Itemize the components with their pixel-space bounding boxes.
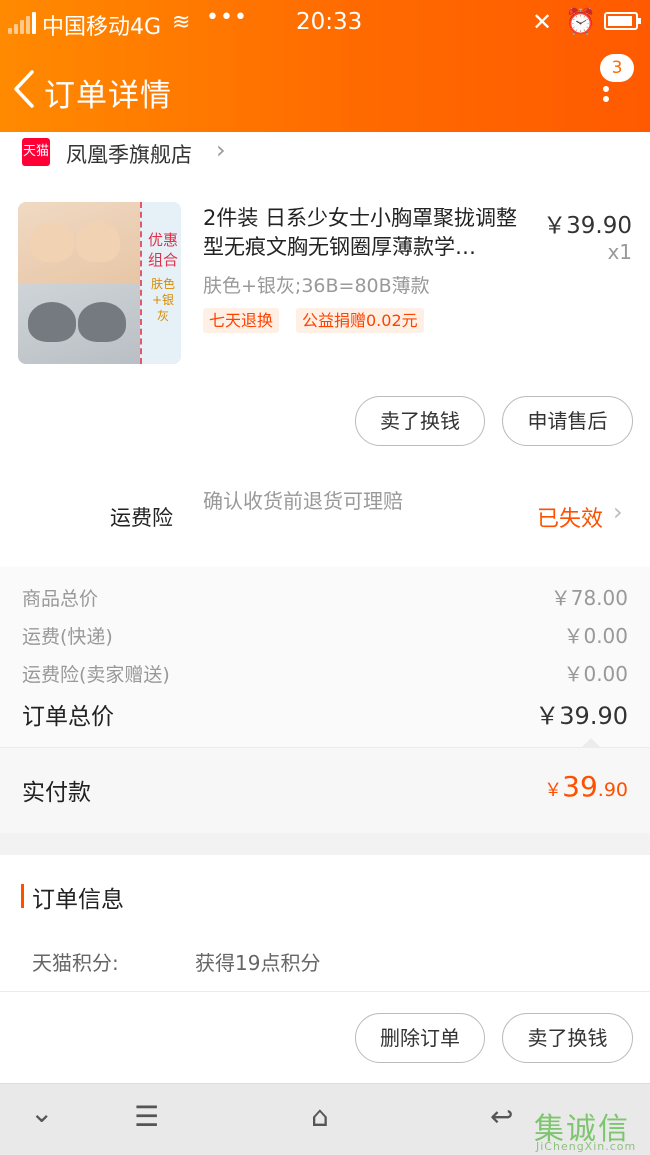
- tmall-logo-icon: 天猫: [22, 138, 50, 166]
- summary-value: ￥0.00: [563, 624, 628, 648]
- order-total-value: ￥39.90: [535, 702, 628, 730]
- wifi-icon: ≋: [172, 10, 191, 35]
- battery-icon: [604, 12, 641, 30]
- alarm-icon: ⏰: [565, 7, 597, 36]
- more-status-icon: •••: [206, 5, 248, 30]
- notification-badge: 3: [600, 54, 634, 82]
- divider: [0, 991, 650, 992]
- chevron-left-icon: [14, 70, 34, 108]
- insurance-label: 运费险: [110, 506, 173, 530]
- chevron-right-icon: ›: [216, 136, 226, 164]
- menu-icon[interactable]: ☰: [134, 1100, 159, 1133]
- summary-label: 运费(快递): [22, 626, 113, 648]
- insurance-description: 确认收货前退货可理赔: [203, 489, 403, 513]
- product-price: ￥39.90: [543, 213, 632, 239]
- page-title: 订单详情: [44, 78, 172, 114]
- after-sale-button[interactable]: 申请售后: [502, 396, 633, 446]
- summary-value: ￥78.00: [550, 586, 628, 610]
- header-bar: 中国移动4G ≋ ••• 20:33 ✕ ⏰ 订单详情 3: [0, 0, 650, 132]
- points-label: 天猫积分:: [32, 951, 119, 975]
- mute-icon: ✕: [532, 8, 553, 36]
- chevron-down-icon[interactable]: ⌄: [30, 1096, 53, 1129]
- order-info-title: 订单信息: [32, 887, 124, 913]
- shop-name: 凤凰季旗舰店: [66, 143, 192, 167]
- sell-button-bottom[interactable]: 卖了换钱: [502, 1013, 633, 1063]
- product-sku: 肤色+银灰;36B=80B薄款: [203, 275, 430, 297]
- section-accent-bar: [21, 884, 24, 908]
- summary-value: ￥0.00: [563, 662, 628, 686]
- product-image[interactable]: 优惠组合 肤色+银灰: [18, 202, 181, 364]
- home-icon[interactable]: ⌂: [311, 1100, 329, 1133]
- paid-label: 实付款: [22, 780, 91, 806]
- delete-order-button[interactable]: 删除订单: [355, 1013, 485, 1063]
- back-arrow-icon[interactable]: ↩: [490, 1100, 513, 1133]
- image-promo-text: 优惠组合: [147, 231, 178, 269]
- paid-amount: ￥39.90: [544, 770, 628, 803]
- chevron-right-icon: ›: [613, 498, 623, 526]
- summary-label: 商品总价: [22, 588, 99, 610]
- image-color-text: 肤色+银灰: [150, 277, 175, 323]
- more-dots-icon: [603, 86, 609, 92]
- carrier-label: 中国移动4G: [42, 15, 162, 40]
- shop-row[interactable]: 天猫 凤凰季旗舰店 ›: [0, 132, 650, 172]
- summary-label: 运费险(卖家赠送): [22, 664, 170, 686]
- charity-tag: 公益捐赠0.02元: [296, 308, 424, 333]
- notch-icon: [581, 738, 601, 748]
- watermark-logo: 集诚信 JiChengXin.com: [534, 1112, 637, 1153]
- product-title[interactable]: 2件装 日系少女士小胸罩聚拢调整型无痕文胸无钢圈厚薄款学…: [203, 204, 533, 262]
- sell-button[interactable]: 卖了换钱: [355, 396, 485, 446]
- insurance-status: 已失效: [537, 507, 604, 532]
- points-value: 获得19点积分: [195, 951, 321, 975]
- signal-icon: [8, 12, 36, 34]
- back-button[interactable]: [10, 68, 40, 110]
- more-menu-button[interactable]: 3: [588, 54, 638, 114]
- status-bar: 中国移动4G ≋ ••• 20:33 ✕ ⏰: [0, 0, 650, 48]
- order-total-label: 订单总价: [22, 704, 114, 730]
- return-policy-tag: 七天退换: [203, 308, 280, 333]
- product-quantity: x1: [607, 240, 632, 264]
- clock: 20:33: [296, 9, 363, 35]
